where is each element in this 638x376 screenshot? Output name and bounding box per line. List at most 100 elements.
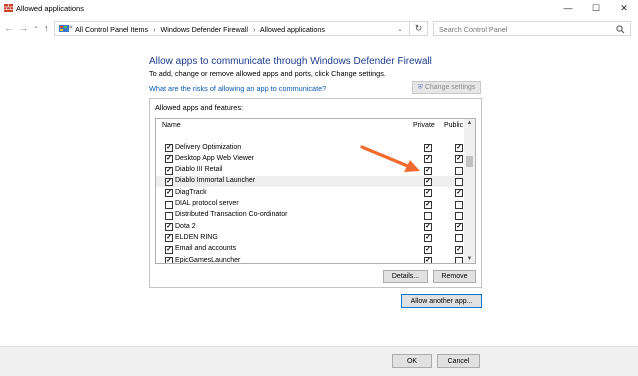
- app-row[interactable]: ✓ EpicGamesLauncher ✓: [156, 255, 464, 264]
- app-enabled-checkbox[interactable]: ✓: [165, 144, 173, 152]
- public-checkbox[interactable]: [455, 234, 463, 243]
- column-header-private[interactable]: Private: [413, 122, 435, 129]
- remove-button[interactable]: Remove: [433, 270, 476, 283]
- ok-button[interactable]: OK: [392, 354, 432, 368]
- public-checkbox[interactable]: [455, 257, 463, 263]
- app-name: Desktop App Web Viewer: [175, 154, 255, 162]
- scroll-up-icon[interactable]: ▲: [464, 120, 475, 126]
- close-button[interactable]: ✕: [610, 0, 638, 16]
- search-icon[interactable]: [616, 25, 625, 34]
- breadcrumb-allowed-apps[interactable]: Allowed applications: [260, 25, 325, 34]
- address-bar[interactable]: « All Control Panel Items › Windows Defe…: [54, 21, 410, 36]
- public-checkbox[interactable]: ✓: [455, 155, 463, 164]
- address-row: ← → ⌄ ↑ « All Control Panel Items › Wind…: [0, 20, 638, 38]
- app-row[interactable]: DIAL protocol server ✓: [156, 199, 464, 210]
- app-enabled-checkbox[interactable]: ✓: [165, 189, 173, 198]
- scroll-thumb[interactable]: [466, 156, 473, 167]
- breadcrumb-separator[interactable]: ›: [153, 27, 155, 34]
- maximize-button[interactable]: ☐: [582, 0, 610, 16]
- private-checkbox[interactable]: ✓: [424, 200, 432, 209]
- change-settings-button[interactable]: ⛨ Change settings: [412, 81, 481, 94]
- app-enabled-checkbox[interactable]: [165, 211, 173, 220]
- private-checkbox[interactable]: ✓: [424, 177, 432, 186]
- dialog-footer: [0, 346, 638, 376]
- app-name: EpicGamesLauncher: [175, 256, 241, 264]
- app-name: DIAL protocol server: [175, 200, 239, 207]
- uac-shield-icon: ⛨: [417, 83, 423, 91]
- breadcrumb-firewall[interactable]: Windows Defender Firewall: [160, 25, 247, 34]
- allowed-apps-list[interactable]: Name Private Public ✓ Delivery Optimizati…: [155, 118, 476, 264]
- search-placeholder: Search Control Panel: [439, 25, 508, 34]
- control-panel-icon: [59, 25, 69, 32]
- private-checkbox[interactable]: ✓: [424, 189, 432, 198]
- app-enabled-checkbox[interactable]: ✓: [165, 223, 173, 232]
- column-header-public[interactable]: Public: [444, 122, 463, 129]
- up-button[interactable]: ↑: [44, 23, 49, 33]
- app-enabled-checkbox[interactable]: ✓: [165, 155, 173, 164]
- app-enabled-checkbox[interactable]: [165, 200, 173, 209]
- breadcrumb: All Control Panel Items › Windows Defend…: [75, 25, 328, 34]
- list-header: Name Private Public: [156, 119, 464, 131]
- instructions-text: To add, change or remove allowed apps an…: [149, 69, 386, 78]
- app-row[interactable]: ✓ Desktop App Web Viewer ✓ ✓: [156, 153, 464, 164]
- app-enabled-checkbox[interactable]: ✓: [165, 257, 173, 263]
- title-bar: Allowed applications — ☐ ✕: [0, 0, 638, 16]
- public-checkbox[interactable]: [455, 177, 463, 186]
- forward-button[interactable]: →: [19, 23, 28, 33]
- private-checkbox[interactable]: ✓: [424, 144, 432, 152]
- risks-link[interactable]: What are the risks of allowing an app to…: [149, 84, 326, 93]
- allowed-apps-group: Allowed apps and features: Name Private …: [149, 98, 482, 288]
- allowed-apps-label: Allowed apps and features:: [155, 103, 244, 112]
- app-row[interactable]: ✓ Diablo III Retail ✓: [156, 165, 464, 176]
- address-dropdown-button[interactable]: ⌄: [393, 23, 407, 36]
- details-button[interactable]: Details...: [383, 270, 428, 283]
- minimize-button[interactable]: —: [554, 0, 582, 16]
- private-checkbox[interactable]: ✓: [424, 257, 432, 263]
- private-checkbox[interactable]: [424, 211, 432, 220]
- search-input[interactable]: Search Control Panel: [433, 21, 631, 36]
- private-checkbox[interactable]: ✓: [424, 234, 432, 243]
- recent-locations-button[interactable]: ⌄: [33, 22, 39, 30]
- cancel-button[interactable]: Cancel: [437, 354, 480, 368]
- change-settings-label: Change settings: [424, 84, 476, 91]
- app-enabled-checkbox[interactable]: ✓: [165, 177, 173, 186]
- private-checkbox[interactable]: ✓: [424, 155, 432, 164]
- allow-another-app-button[interactable]: Allow another app...: [401, 294, 482, 308]
- private-checkbox[interactable]: ✓: [424, 223, 432, 232]
- page-title: Allow apps to communicate through Window…: [149, 56, 432, 67]
- breadcrumb-separator[interactable]: ›: [253, 27, 255, 34]
- private-checkbox[interactable]: ✓: [424, 166, 432, 175]
- firewall-app-icon: [4, 4, 13, 12]
- list-scrollbar[interactable]: ▲ ▼: [464, 119, 475, 263]
- breadcrumb-all-items[interactable]: All Control Panel Items: [75, 25, 148, 34]
- app-row[interactable]: ✓ ELDEN RING ✓: [156, 232, 464, 243]
- overflow-chevron-icon[interactable]: «: [69, 24, 73, 31]
- app-name: Email and accounts: [175, 245, 237, 253]
- public-checkbox[interactable]: [455, 211, 463, 220]
- public-checkbox[interactable]: ✓: [455, 189, 463, 198]
- app-name: Delivery Optimization: [175, 143, 242, 151]
- app-name: Dota 2: [175, 222, 196, 230]
- app-enabled-checkbox[interactable]: ✓: [165, 166, 173, 175]
- column-header-name[interactable]: Name: [162, 122, 181, 129]
- app-name: ELDEN RING: [175, 233, 218, 241]
- app-row[interactable]: Distributed Transaction Co-ordinator: [156, 210, 464, 221]
- app-row[interactable]: ✓ Delivery Optimization ✓ ✓: [156, 142, 464, 153]
- app-row[interactable]: ✓ Dota 2 ✓ ✓: [156, 221, 464, 232]
- back-button[interactable]: ←: [4, 23, 13, 33]
- app-enabled-checkbox[interactable]: ✓: [165, 234, 173, 243]
- public-checkbox[interactable]: ✓: [455, 245, 463, 254]
- app-row[interactable]: ✓ Diablo Immortal Launcher ✓: [156, 175, 464, 188]
- app-row[interactable]: ✓ DiagTrack ✓ ✓: [156, 187, 464, 198]
- app-name: Diablo Immortal Launcher: [175, 177, 256, 185]
- scroll-down-icon[interactable]: ▼: [464, 256, 475, 262]
- public-checkbox[interactable]: ✓: [455, 144, 463, 152]
- public-checkbox[interactable]: [455, 200, 463, 209]
- refresh-button[interactable]: ↻: [410, 21, 428, 36]
- public-checkbox[interactable]: ✓: [455, 223, 463, 232]
- app-name: Distributed Transaction Co-ordinator: [175, 211, 288, 219]
- private-checkbox[interactable]: ✓: [424, 245, 432, 254]
- app-enabled-checkbox[interactable]: ✓: [165, 245, 173, 254]
- public-checkbox[interactable]: [455, 166, 463, 175]
- app-row[interactable]: ✓ Email and accounts ✓ ✓: [156, 244, 464, 255]
